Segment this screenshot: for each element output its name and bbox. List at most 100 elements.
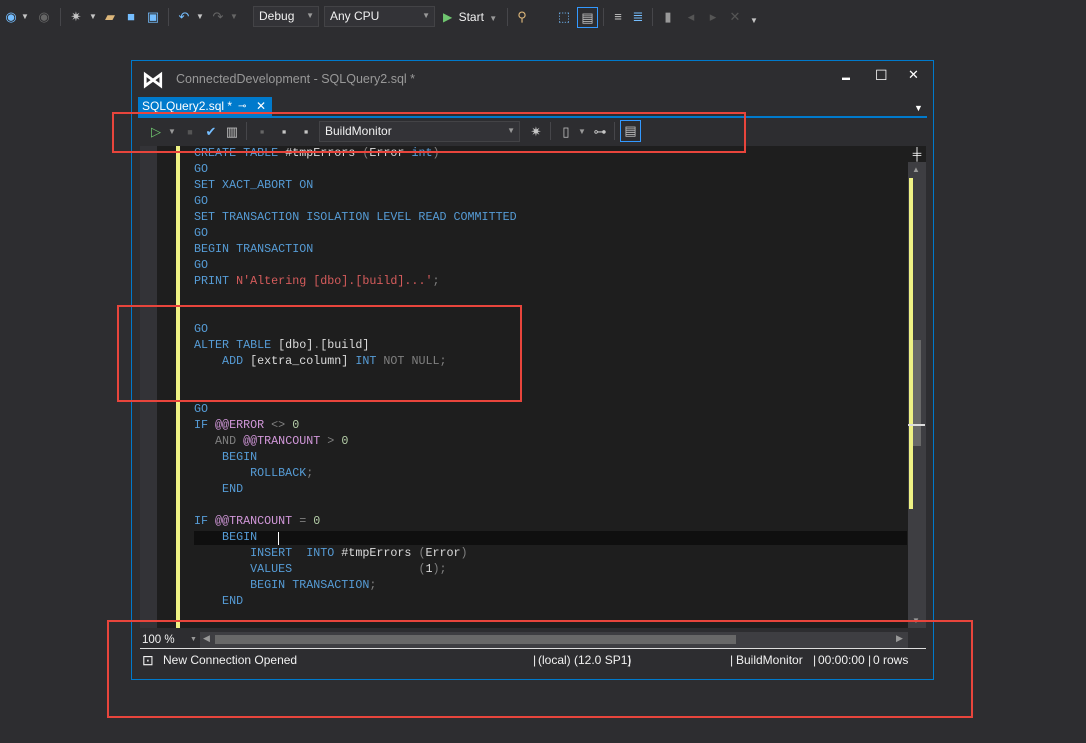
code-line[interactable]: GO [194, 257, 517, 273]
code-token: = [299, 514, 314, 528]
code-line[interactable]: END [194, 481, 517, 497]
save-all-icon[interactable]: ▣ [145, 9, 161, 25]
code-line[interactable]: SET TRANSACTION ISOLATION LEVEL READ COM… [194, 209, 517, 225]
code-token: 0 [341, 434, 349, 448]
code-line[interactable]: VALUES (1); [194, 561, 517, 577]
start-label: Start [458, 10, 484, 24]
new-project-icon[interactable]: ✷ [68, 9, 84, 25]
code-line[interactable]: PRINT N'Altering [dbo].[build]...'; [194, 273, 517, 289]
code-token: Error [425, 546, 461, 560]
code-token: BEGIN [194, 530, 258, 544]
code-line[interactable]: BEGIN [194, 529, 517, 545]
code-line[interactable]: BEGIN TRANSACTION; [194, 577, 517, 593]
code-token: ROLLBACK [194, 466, 307, 480]
code-token: SET XACT_ABORT ON [194, 178, 314, 192]
code-line[interactable]: SET XACT_ABORT ON [194, 177, 517, 193]
chevron-down-icon: ▼ [306, 11, 314, 20]
code-token: GO [194, 226, 209, 240]
maximize-button[interactable]: ☐ [875, 67, 888, 84]
start-dropdown-icon: ▼ [489, 14, 498, 23]
code-token: IF [194, 418, 216, 432]
code-line[interactable]: BEGIN TRANSACTION [194, 241, 517, 257]
code-token: END [194, 594, 244, 608]
code-line[interactable]: IF @@TRANCOUNT = 0 [194, 513, 517, 529]
next-bookmark-icon[interactable]: ▸ [705, 9, 721, 25]
code-line[interactable]: INSERT INTO #tmpErrors (Error) [194, 545, 517, 561]
annotation-box-toolbar [112, 112, 746, 153]
code-token: 0 [313, 514, 321, 528]
code-token: AND [194, 434, 244, 448]
forward-icon[interactable]: ◉ [36, 9, 52, 25]
code-token: ; [432, 274, 440, 288]
split-handle-icon[interactable]: ╪ [908, 146, 926, 162]
tab-label: SQLQuery2.sql * [142, 99, 233, 113]
visual-studio-logo: ⋈ [142, 67, 164, 92]
code-token: BEGIN TRANSACTION [194, 242, 314, 256]
code-token: END [194, 482, 244, 496]
code-token: ; [306, 466, 314, 480]
code-token: GO [194, 194, 209, 208]
uncomment-icon[interactable]: ≣ [630, 9, 646, 25]
find-icon[interactable]: ⚲ [514, 9, 530, 25]
code-line[interactable]: GO [194, 193, 517, 209]
code-token: VALUES [194, 562, 419, 576]
code-token: ) [460, 546, 468, 560]
code-token: PRINT [194, 274, 237, 288]
code-line[interactable]: IF @@ERROR <> 0 [194, 417, 517, 433]
undo-icon[interactable]: ↶ [176, 9, 192, 25]
main-toolbar: ◉ ▼ ◉ ✷ ▼ ▰ ■ ▣ ↶ ▼ ↷ ▼ Debug ▼ Any CPU ▼ … [0, 0, 1086, 34]
scroll-up-icon[interactable]: ▲ [912, 165, 920, 174]
solution-explorer-icon[interactable]: ▤ [577, 7, 598, 28]
code-line[interactable] [194, 289, 517, 305]
code-line[interactable]: END [194, 593, 517, 609]
prev-bookmark-icon[interactable]: ◂ [683, 9, 699, 25]
caret-position-mark [908, 424, 925, 426]
new-project-dropdown-icon[interactable]: ▼ [85, 9, 101, 25]
code-token: GO [194, 162, 209, 176]
code-token: ; [369, 578, 377, 592]
code-line[interactable]: GO [194, 161, 517, 177]
code-token: #tmpErrors [341, 546, 419, 560]
platform-dropdown[interactable]: Any CPU ▼ [324, 6, 435, 27]
code-line[interactable]: BEGIN [194, 449, 517, 465]
code-token: 0 [292, 418, 300, 432]
code-line[interactable]: AND @@TRANCOUNT > 0 [194, 433, 517, 449]
code-token: @@TRANCOUNT [243, 434, 328, 448]
close-button[interactable]: ✕ [908, 67, 919, 83]
redo-dropdown-icon[interactable]: ▼ [226, 9, 242, 25]
save-icon[interactable]: ■ [123, 9, 139, 25]
vertical-scrollbar[interactable]: ╪ ▲ ▼ [908, 146, 926, 628]
annotation-box-alter [117, 305, 522, 402]
code-token: @@TRANCOUNT [215, 514, 300, 528]
code-line[interactable]: GO [194, 225, 517, 241]
code-token: GO [194, 258, 209, 272]
code-line[interactable]: ROLLBACK; [194, 465, 517, 481]
play-icon: ▶ [443, 10, 453, 24]
code-token: BEGIN TRANSACTION [194, 578, 370, 592]
select-icon[interactable]: ⬚ [556, 9, 572, 25]
comment-icon[interactable]: ≡ [610, 9, 626, 25]
code-token: <> [271, 418, 293, 432]
bookmark-icon[interactable]: ▮ [660, 9, 676, 25]
config-value: Debug [259, 9, 295, 23]
toolbar-overflow-icon[interactable]: ▼ [746, 13, 762, 29]
minimize-button[interactable]: ▬ [842, 73, 850, 82]
code-token: @@ERROR [215, 418, 272, 432]
code-token: N'Altering [dbo].[build]...' [236, 274, 433, 288]
clear-bookmark-icon[interactable]: ✕ [727, 9, 743, 25]
annotation-box-status [107, 620, 973, 718]
tab-list-dropdown-icon[interactable]: ▼ [914, 103, 923, 113]
code-token: SET TRANSACTION ISOLATION LEVEL READ COM… [194, 210, 517, 224]
code-line[interactable]: GO [194, 401, 517, 417]
back-dropdown-icon[interactable]: ▼ [17, 9, 33, 25]
undo-dropdown-icon[interactable]: ▼ [192, 9, 208, 25]
code-token: BEGIN [194, 450, 258, 464]
scrollbar-thumb[interactable] [913, 340, 921, 446]
platform-value: Any CPU [330, 9, 380, 23]
code-line[interactable] [194, 497, 517, 513]
redo-icon[interactable]: ↷ [210, 9, 226, 25]
code-token: > [327, 434, 342, 448]
config-dropdown[interactable]: Debug ▼ [253, 6, 319, 27]
start-button[interactable]: ▶ Start ▼ [443, 9, 497, 25]
open-icon[interactable]: ▰ [102, 9, 118, 25]
